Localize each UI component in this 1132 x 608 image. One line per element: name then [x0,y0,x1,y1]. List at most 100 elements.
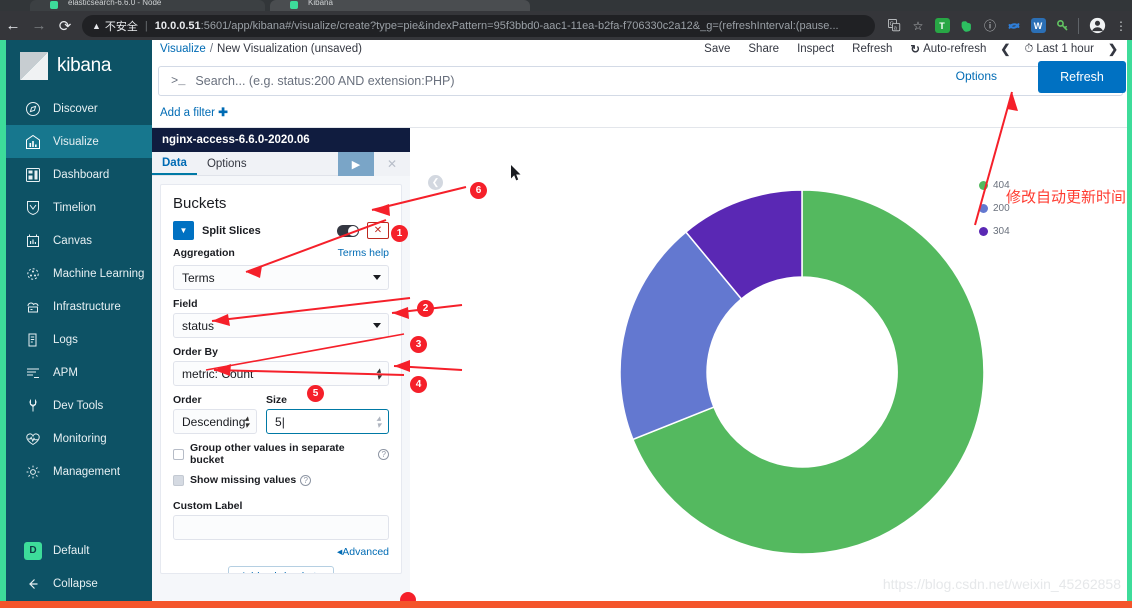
sidebar-item-label: Machine Learning [53,267,145,280]
bookmark-star-icon[interactable]: ☆ [907,15,929,37]
time-range-button[interactable]: ⏱ Last 1 hour [1015,43,1103,56]
screenshot-root: elasticsearch-6.6.0 - Node Kibana ← → ⟳ … [0,0,1132,608]
refresh-button[interactable]: Refresh [843,43,901,55]
discard-changes-button[interactable]: ✕ [374,152,410,176]
chevron-left-circle-icon[interactable]: ❮ [428,175,443,190]
legend-item[interactable]: 304 [979,226,1039,237]
query-refresh-button[interactable]: Refresh [1038,61,1126,93]
group-other-label: Group other values in separate bucket [190,442,345,466]
translate-icon[interactable]: Ga [883,15,905,37]
tab-data[interactable]: Data [152,152,197,175]
sidebar-item-dev-tools[interactable]: Dev Tools [6,389,152,422]
inspect-button[interactable]: Inspect [788,43,843,55]
sidebar-item-infrastructure[interactable]: Infrastructure [6,290,152,323]
management-gear-icon [24,463,41,480]
remove-x-icon[interactable]: ✕ [367,222,389,239]
refresh-circular-icon: ↻ [910,44,921,56]
breadcrumb-visualize-link[interactable]: Visualize [160,43,206,55]
show-missing-checkbox[interactable] [173,474,184,486]
discover-compass-icon [24,100,41,117]
chevron-left-icon[interactable]: ❮ [995,42,1015,56]
kibana-brand[interactable]: kibana [6,40,152,92]
size-input[interactable]: 5 | ▴ ▾ [266,409,389,434]
help-question-icon[interactable]: ? [378,448,389,460]
sidebar-item-discover[interactable]: Discover [6,92,152,125]
order-select[interactable]: Descending ▴ ▾ [173,409,257,434]
browser-tab-kibana[interactable]: Kibana [270,0,530,11]
sidebar-item-canvas[interactable]: Canvas [6,224,152,257]
custom-label-label: Custom Label [173,500,243,512]
forward-arrow-icon[interactable]: → [26,13,52,39]
office-extension-icon[interactable]: W [1027,15,1049,37]
spinner-arrows-icon: ▴ ▾ [376,365,381,382]
sidebar-item-collapse[interactable]: Collapse [6,567,152,600]
browser-tab-elasticsearch[interactable]: elasticsearch-6.6.0 - Node [30,0,265,11]
advanced-toggle[interactable]: ◂Advanced [173,546,389,558]
share-button[interactable]: Share [739,43,788,55]
address-bar[interactable]: ▲ 不安全 | 10.0.0.51:5601/app/kibana#/visua… [82,14,875,37]
custom-label-input[interactable] [173,515,389,540]
clock-icon: ⏱ [1024,42,1034,55]
sidebar-item-space-default[interactable]: D Default [6,534,152,567]
sidebar-item-machine-learning[interactable]: Machine Learning [6,257,152,290]
bucket-name-label: Split Slices [202,224,261,237]
query-options-link[interactable]: Options [956,69,997,83]
show-missing-values-row[interactable]: Show missing values ? [173,474,389,486]
auto-refresh-button[interactable]: ↻ Auto-refresh [901,42,995,56]
aggregation-select[interactable]: Terms [173,265,389,290]
terms-help-link[interactable]: Terms help [338,247,389,259]
timelion-shield-icon [24,199,41,216]
add-filter-button[interactable]: Add a filter ✚ [160,105,228,119]
sidebar-item-label: Monitoring [53,432,107,445]
monitoring-heart-icon [24,430,41,447]
add-sub-buckets-button[interactable]: Add sub-buckets [228,566,334,573]
sidebar-item-monitoring[interactable]: Monitoring [6,422,152,455]
order-by-select[interactable]: metric: Count ▴ ▾ [173,361,389,386]
size-column: Size 5 | ▴ ▾ [266,394,389,434]
back-arrow-icon[interactable]: ← [0,13,26,39]
field-select[interactable]: status [173,313,389,338]
sidebar-item-visualize[interactable]: Visualize [6,125,152,158]
sidebar-collapse-label: Collapse [53,577,98,590]
visualization-editor: nginx-access-6.6.0-2020.06 Data Options … [152,128,410,608]
group-other-values-row[interactable]: Group other values in separate bucket ? [173,442,389,466]
sidebar-item-management[interactable]: Management [6,455,152,488]
save-button[interactable]: Save [695,43,739,55]
group-other-checkbox[interactable] [173,448,184,460]
tab-options[interactable]: Options [197,152,257,175]
apm-lines-icon [24,364,41,381]
sync-extension-icon[interactable] [1003,15,1025,37]
annotation-badge-3: 3 [410,336,427,353]
chrome-menu-icon[interactable]: ⋮ [1110,15,1132,37]
sidebar-item-timelion[interactable]: Timelion [6,191,152,224]
spinner-arrows-icon: ▴ ▾ [376,413,381,430]
evernote-extension-icon[interactable] [955,15,977,37]
chevron-right-icon[interactable]: ❯ [1103,42,1123,56]
help-question-icon[interactable]: ? [300,474,312,486]
info-circle-icon[interactable]: ⓘ [979,15,1001,37]
sidebar-item-apm[interactable]: APM [6,356,152,389]
reload-icon[interactable]: ⟳ [52,13,78,39]
profile-avatar-icon[interactable] [1086,15,1108,37]
apply-changes-button[interactable]: ▶ [338,152,374,176]
browser-tab-title: Kibana [308,0,333,7]
split-slices-row: ▼ Split Slices ✕ [173,221,389,240]
kibana-brand-label: kibana [57,55,112,76]
annotation-badge-1: 1 [391,225,408,242]
sidebar-item-label: Infrastructure [53,300,121,313]
editor-tabs: Data Options ▶ ✕ [152,152,410,176]
sidebar-item-logs[interactable]: Logs [6,323,152,356]
tampermonkey-extension-icon[interactable]: T [931,15,953,37]
tampermonkey-glyph: T [934,18,950,33]
chevron-down-icon[interactable]: ▼ [173,221,194,240]
url-host: 10.0.0.51 [154,19,201,32]
sidebar-item-label: Dashboard [53,168,110,181]
sidebar-item-dashboard[interactable]: Dashboard [6,158,152,191]
order-by-label: Order By [173,346,218,358]
space-badge: D [24,541,42,560]
chevron-down-icon [373,323,381,328]
toggle-switch-icon[interactable] [337,224,359,237]
key-extension-icon[interactable] [1051,15,1073,37]
elastic-icon [50,1,58,9]
